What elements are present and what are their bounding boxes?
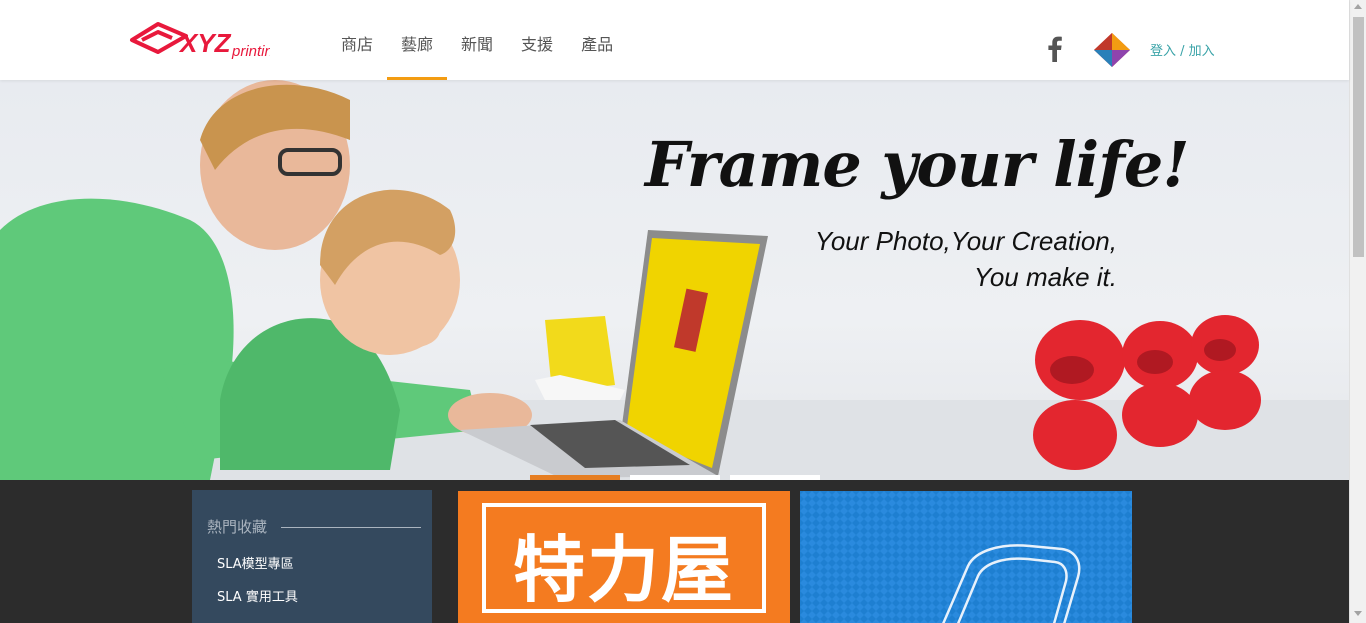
svg-text:XYZ: XYZ — [178, 28, 232, 58]
nav-support[interactable]: 支援 — [507, 0, 567, 80]
phone-case-outline-icon — [800, 491, 1132, 623]
collection-link-sla-tools[interactable]: SLA 實用工具 — [217, 586, 298, 605]
user-avatar-icon[interactable] — [1093, 32, 1131, 68]
carousel-dot-2[interactable] — [630, 475, 720, 480]
promo-card-blue[interactable] — [800, 491, 1132, 623]
scroll-thumb[interactable] — [1353, 17, 1364, 257]
hero-headline: Frame your life! — [645, 128, 1190, 201]
scroll-down-arrow-icon[interactable] — [1354, 611, 1362, 616]
promo-card-title: 特力屋 — [512, 528, 735, 612]
popular-collections-panel: 熱門收藏 SLA模型專區 SLA 實用工具 — [192, 490, 432, 623]
content-section: 熱門收藏 SLA模型專區 SLA 實用工具 特力屋 — [0, 480, 1349, 623]
nav-products[interactable]: 產品 — [567, 0, 627, 80]
carousel-dot-3[interactable] — [730, 475, 820, 480]
login-join-link[interactable]: 登入 / 加入 — [1150, 40, 1215, 59]
scroll-up-arrow-icon[interactable] — [1354, 4, 1362, 9]
main-nav: 商店 藝廊 新聞 支援 產品 — [327, 0, 627, 80]
xyzprinting-logo[interactable]: XYZ printing — [128, 18, 270, 64]
page: XYZ printing 商店 藝廊 新聞 支援 產品 登入 / 加入 — [0, 0, 1366, 623]
nav-news[interactable]: 新聞 — [447, 0, 507, 80]
carousel-indicators — [530, 475, 820, 480]
hero-subline-1: Your Photo,Your Creation, — [814, 226, 1117, 256]
vertical-scrollbar[interactable] — [1349, 0, 1366, 623]
nav-shop[interactable]: 商店 — [327, 0, 387, 80]
promo-frame: 特力屋 — [482, 503, 766, 613]
collection-link-sla-models[interactable]: SLA模型專區 — [217, 553, 294, 572]
svg-text:printing: printing — [231, 43, 270, 60]
nav-gallery[interactable]: 藝廊 — [387, 0, 448, 80]
panel-title: 熱門收藏 — [207, 518, 268, 536]
site-header: XYZ printing 商店 藝廊 新聞 支援 產品 登入 / 加入 — [0, 0, 1349, 80]
facebook-icon[interactable] — [1046, 36, 1064, 62]
hero-subline-2: You make it. — [973, 262, 1117, 292]
promo-card-orange[interactable]: 特力屋 — [458, 491, 790, 623]
hero-banner[interactable]: Frame your life! Your Photo,Your Creatio… — [0, 80, 1349, 480]
panel-divider — [281, 527, 421, 528]
carousel-dot-1[interactable] — [530, 475, 620, 480]
